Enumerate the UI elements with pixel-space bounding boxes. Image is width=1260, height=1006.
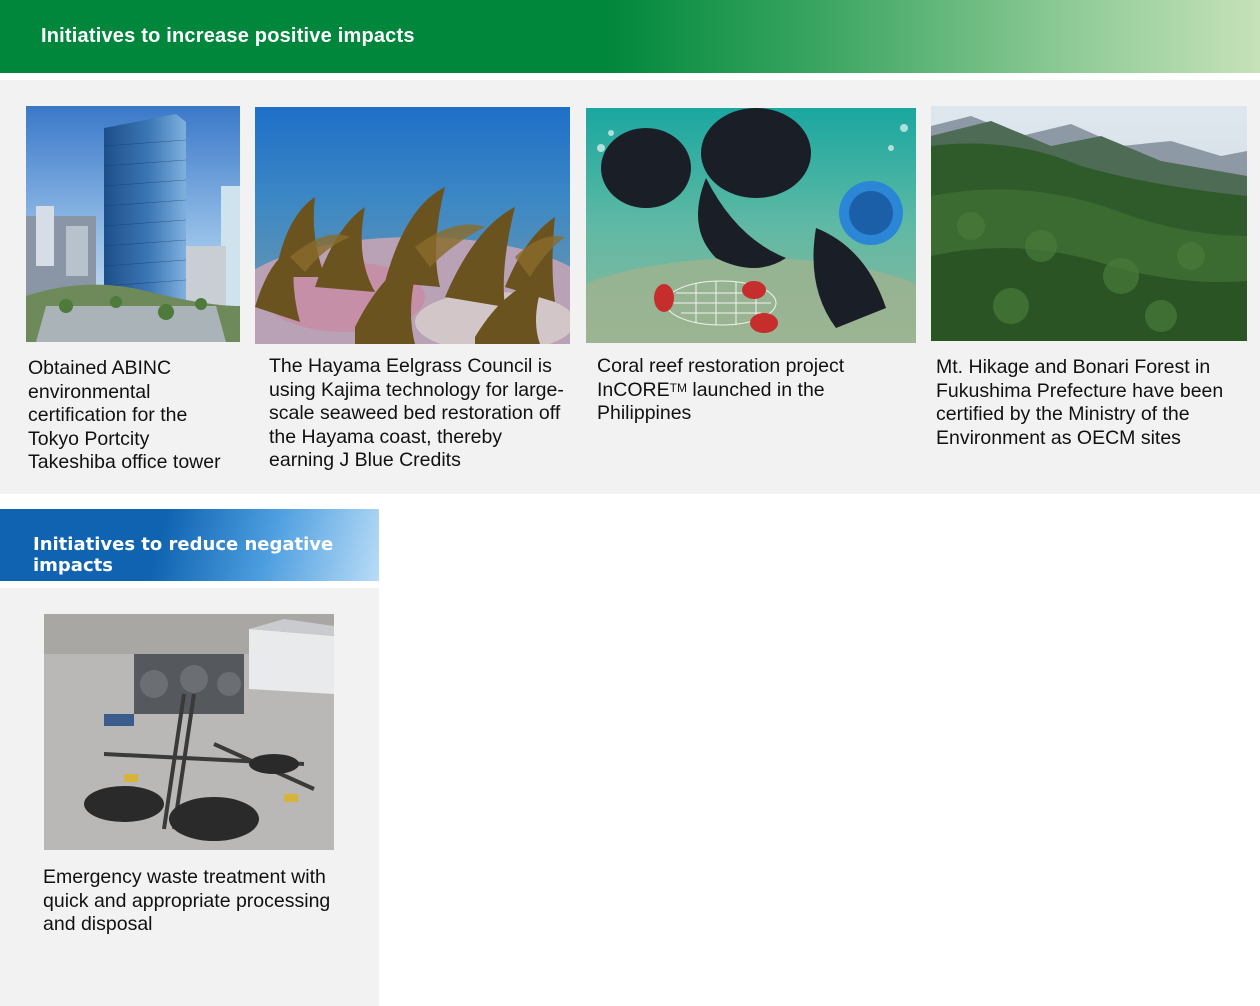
office-tower-caption: Obtained ABINC environmental certificati… bbox=[28, 357, 221, 473]
positive-impacts-title: Initiatives to increase positive impacts bbox=[41, 25, 415, 47]
negative-impacts-banner: Initiatives to reduce negative impacts bbox=[0, 509, 379, 581]
forest-mountains-photo bbox=[931, 106, 1247, 341]
positive-impacts-banner: Initiatives to increase positive impacts bbox=[0, 0, 1260, 73]
office-tower-photo bbox=[26, 106, 240, 342]
coral-divers-photo bbox=[586, 108, 916, 343]
waste-treatment-plant-photo bbox=[44, 614, 334, 850]
seaweed-bed-caption: The Hayama Eelgrass Council is using Kaj… bbox=[269, 355, 564, 471]
coral-divers-caption: Coral reef restoration project InCORETM … bbox=[597, 355, 845, 424]
waste-treatment-caption: Emergency waste treatment with quick and… bbox=[43, 866, 331, 935]
negative-impacts-title: Initiatives to reduce negative impacts bbox=[33, 534, 334, 576]
seaweed-bed-photo bbox=[255, 107, 570, 344]
forest-mountains-caption: Mt. Hikage and Bonari Forest in Fukushim… bbox=[936, 356, 1224, 449]
